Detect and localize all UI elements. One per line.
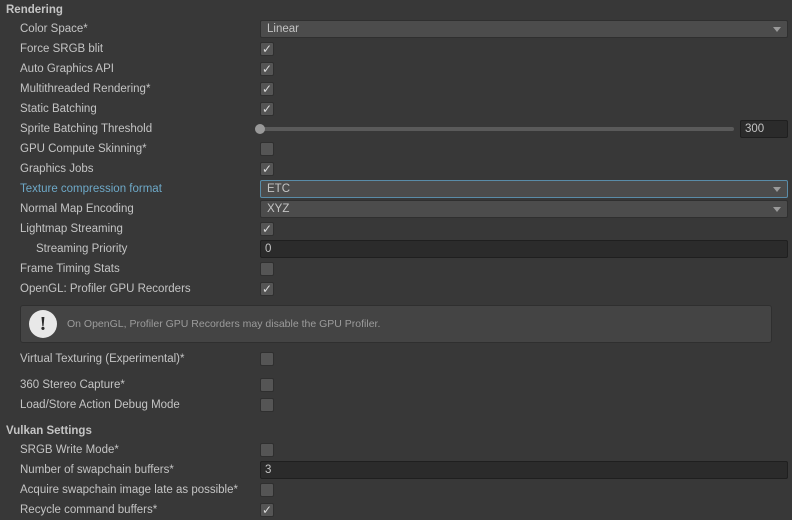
row-gpu-compute-skinning: GPU Compute Skinning* (0, 139, 792, 159)
row-frame-timing-stats: Frame Timing Stats (0, 259, 792, 279)
dropdown-normal-map-encoding[interactable]: XYZ (260, 200, 788, 218)
dropdown-color-space[interactable]: Linear (260, 20, 788, 38)
info-icon: ! (29, 310, 57, 338)
row-graphics-jobs: Graphics Jobs (0, 159, 792, 179)
row-normal-map-encoding: Normal Map Encoding XYZ (0, 199, 792, 219)
label-srgb-write-mode: SRGB Write Mode* (20, 444, 260, 456)
chevron-down-icon (773, 207, 781, 212)
dropdown-value: Linear (267, 23, 773, 35)
label-recycle-command-buffers: Recycle command buffers* (20, 504, 260, 516)
section-header-rendering: Rendering (0, 0, 792, 19)
row-acquire-late: Acquire swapchain image late as possible… (0, 480, 792, 500)
checkbox-static-batching[interactable] (260, 102, 274, 116)
row-opengl-profiler-recorders: OpenGL: Profiler GPU Recorders (0, 279, 792, 299)
label-frame-timing-stats: Frame Timing Stats (20, 263, 260, 275)
info-message: On OpenGL, Profiler GPU Recorders may di… (67, 318, 380, 330)
label-static-batching: Static Batching (20, 103, 260, 115)
label-load-store-debug: Load/Store Action Debug Mode (20, 399, 260, 411)
checkbox-opengl-profiler-recorders[interactable] (260, 282, 274, 296)
label-sprite-batching-threshold: Sprite Batching Threshold (20, 123, 260, 135)
label-auto-graphics-api: Auto Graphics API (20, 63, 260, 75)
label-gpu-compute-skinning: GPU Compute Skinning* (20, 143, 260, 155)
chevron-down-icon (773, 187, 781, 192)
row-recycle-command-buffers: Recycle command buffers* (0, 500, 792, 520)
row-force-srgb-blit: Force SRGB blit (0, 39, 792, 59)
slider-thumb[interactable] (255, 124, 265, 134)
checkbox-load-store-debug[interactable] (260, 398, 274, 412)
info-box-opengl-profiler: ! On OpenGL, Profiler GPU Recorders may … (20, 305, 772, 343)
label-360-stereo-capture: 360 Stereo Capture* (20, 379, 260, 391)
checkbox-gpu-compute-skinning[interactable] (260, 142, 274, 156)
row-load-store-debug: Load/Store Action Debug Mode (0, 395, 792, 415)
row-virtual-texturing: Virtual Texturing (Experimental)* (0, 349, 792, 369)
row-sprite-batching-threshold: Sprite Batching Threshold (0, 119, 792, 139)
checkbox-360-stereo-capture[interactable] (260, 378, 274, 392)
dropdown-value: XYZ (267, 203, 773, 215)
label-multithreaded-rendering: Multithreaded Rendering* (20, 83, 260, 95)
label-streaming-priority: Streaming Priority (36, 243, 260, 255)
row-swapchain-buffers: Number of swapchain buffers* (0, 460, 792, 480)
section-header-vulkan: Vulkan Settings (0, 421, 792, 440)
checkbox-lightmap-streaming[interactable] (260, 222, 274, 236)
checkbox-force-srgb-blit[interactable] (260, 42, 274, 56)
label-swapchain-buffers: Number of swapchain buffers* (20, 464, 260, 476)
row-color-space: Color Space* Linear (0, 19, 792, 39)
label-normal-map-encoding: Normal Map Encoding (20, 203, 260, 215)
checkbox-virtual-texturing[interactable] (260, 352, 274, 366)
label-lightmap-streaming: Lightmap Streaming (20, 223, 260, 235)
row-srgb-write-mode: SRGB Write Mode* (0, 440, 792, 460)
slider-sprite-batching-threshold[interactable] (260, 127, 734, 131)
label-graphics-jobs: Graphics Jobs (20, 163, 260, 175)
checkbox-multithreaded-rendering[interactable] (260, 82, 274, 96)
row-lightmap-streaming: Lightmap Streaming (0, 219, 792, 239)
checkbox-recycle-command-buffers[interactable] (260, 503, 274, 517)
checkbox-auto-graphics-api[interactable] (260, 62, 274, 76)
row-static-batching: Static Batching (0, 99, 792, 119)
row-360-stereo-capture: 360 Stereo Capture* (0, 375, 792, 395)
row-multithreaded-rendering: Multithreaded Rendering* (0, 79, 792, 99)
input-swapchain-buffers[interactable] (260, 461, 788, 479)
checkbox-acquire-late[interactable] (260, 483, 274, 497)
label-force-srgb-blit: Force SRGB blit (20, 43, 260, 55)
label-virtual-texturing: Virtual Texturing (Experimental)* (20, 353, 260, 365)
input-streaming-priority[interactable] (260, 240, 788, 258)
label-texture-compression: Texture compression format (20, 183, 260, 195)
label-acquire-late: Acquire swapchain image late as possible… (20, 484, 260, 496)
checkbox-frame-timing-stats[interactable] (260, 262, 274, 276)
chevron-down-icon (773, 27, 781, 32)
checkbox-graphics-jobs[interactable] (260, 162, 274, 176)
row-streaming-priority: Streaming Priority (0, 239, 792, 259)
dropdown-value: ETC (267, 183, 773, 195)
dropdown-texture-compression[interactable]: ETC (260, 180, 788, 198)
row-auto-graphics-api: Auto Graphics API (0, 59, 792, 79)
input-sprite-batching-threshold[interactable] (740, 120, 788, 138)
label-opengl-profiler-recorders: OpenGL: Profiler GPU Recorders (20, 283, 260, 295)
checkbox-srgb-write-mode[interactable] (260, 443, 274, 457)
label-color-space: Color Space* (20, 23, 260, 35)
row-texture-compression: Texture compression format ETC (0, 179, 792, 199)
